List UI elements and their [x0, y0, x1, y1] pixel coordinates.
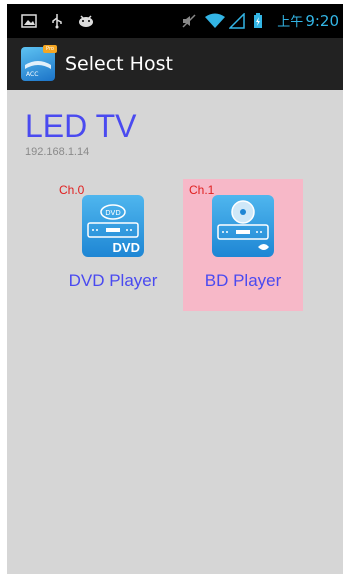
- android-debug-icon: [77, 13, 93, 29]
- app-icon-badge: Pro: [43, 45, 57, 53]
- device-label: BD Player: [204, 271, 282, 290]
- action-bar: ACC Pro Select Host: [7, 38, 343, 90]
- dvd-icon-top-text: DVD: [105, 209, 120, 217]
- usb-icon: [49, 13, 65, 29]
- channel-label: Ch.0: [59, 183, 85, 197]
- battery-charging-icon: [253, 12, 269, 29]
- clock-time: 9:20: [305, 12, 339, 30]
- status-bar: 上午 9:20: [7, 4, 343, 38]
- image-icon: [21, 13, 37, 29]
- host-panel: LED TV 192.168.1.14 Ch.0 DVD DVD DVD Pla…: [7, 90, 343, 574]
- page-title: Select Host: [65, 53, 173, 75]
- channel-label: Ch.1: [189, 183, 215, 197]
- phone-screen: 上午 9:20 ACC Pro Select Host LED TV 192.16…: [7, 4, 343, 574]
- host-name: LED TV: [25, 108, 137, 144]
- host-ip: 192.168.1.14: [25, 146, 90, 158]
- dvd-player-icon: DVD DVD: [82, 195, 144, 257]
- signal-icon: [228, 11, 246, 29]
- wifi-icon: [205, 13, 226, 29]
- acc-pro-app-icon[interactable]: ACC Pro: [21, 45, 57, 81]
- clock-ampm: 上午: [277, 15, 304, 30]
- device-tile-dvd-player[interactable]: Ch.0 DVD DVD DVD Player: [53, 179, 173, 311]
- dvd-icon-bottom-text: DVD: [113, 240, 140, 255]
- mute-icon: [181, 13, 197, 29]
- device-tile-bd-player[interactable]: Ch.1 BD Player: [183, 179, 303, 311]
- bluray-player-icon: [212, 195, 274, 257]
- device-label: DVD Player: [68, 271, 158, 290]
- app-icon-text: ACC: [26, 71, 38, 78]
